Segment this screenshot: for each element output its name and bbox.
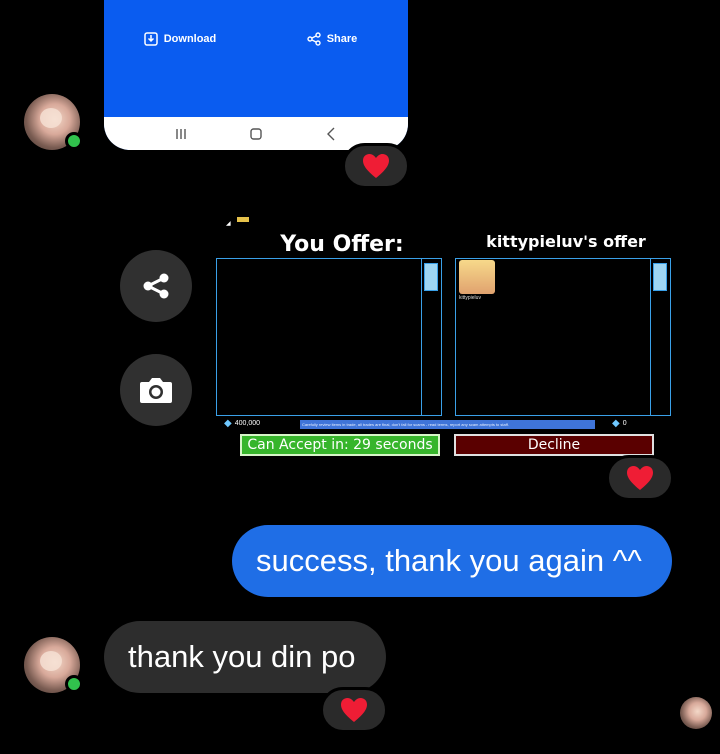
share-action[interactable]: Share xyxy=(256,28,408,50)
recents-icon xyxy=(169,122,193,146)
their-diamond-value: 0 xyxy=(622,420,627,427)
avatar-face xyxy=(40,651,62,671)
shared-screenshot-card[interactable]: Download Share xyxy=(104,0,408,150)
heart-reaction[interactable] xyxy=(342,143,410,189)
online-status-indicator xyxy=(65,132,83,150)
diamond-icon: ◆ xyxy=(612,418,620,429)
online-status-indicator xyxy=(65,675,83,693)
offered-pet-thumbnail xyxy=(459,260,495,294)
your-offer-title: You Offer: xyxy=(280,232,404,257)
back-icon xyxy=(319,122,343,146)
heart-icon xyxy=(627,466,653,490)
scrollbar[interactable] xyxy=(650,259,670,415)
your-diamond-count: ◆ 400,000 xyxy=(224,418,260,429)
their-offer-title: kittypieluv's offer xyxy=(486,232,646,251)
heart-reaction[interactable] xyxy=(606,455,674,501)
decline-button[interactable]: Decline xyxy=(454,434,654,456)
diamond-icon: ◆ xyxy=(224,418,232,429)
download-label: Download xyxy=(163,33,217,45)
trade-notice-banner: Carefully review items in trade, all tra… xyxy=(300,420,595,429)
scroll-grip[interactable] xyxy=(424,263,438,291)
incoming-message[interactable]: thank you din po xyxy=(104,621,386,693)
seen-receipt-avatar xyxy=(680,697,712,729)
camera-button[interactable] xyxy=(120,354,192,426)
avatar-face xyxy=(40,108,62,128)
share-label: Share xyxy=(326,33,358,45)
heart-icon xyxy=(341,698,367,722)
avatar[interactable] xyxy=(24,637,83,693)
scrollbar[interactable] xyxy=(421,259,441,415)
avatar[interactable] xyxy=(24,94,83,150)
download-action[interactable]: Download xyxy=(104,28,256,50)
download-icon xyxy=(143,32,158,46)
trade-screenshot[interactable]: ◢ You Offer: kittypieluv's offer kittypi… xyxy=(216,210,674,456)
share-icon xyxy=(143,273,169,299)
accept-button[interactable]: Can Accept in: 29 seconds xyxy=(240,434,440,456)
cursor-icon: ◢ xyxy=(226,221,231,227)
share-button[interactable] xyxy=(120,250,192,322)
badge-icon xyxy=(237,217,249,222)
share-icon xyxy=(307,32,321,46)
camera-icon xyxy=(140,378,172,403)
heart-reaction[interactable] xyxy=(320,687,388,733)
offered-item-label: kittypieluv xyxy=(459,295,481,301)
their-offer-panel: kittypieluv xyxy=(455,258,671,416)
outgoing-message[interactable]: success, thank you again ^^ xyxy=(232,525,672,597)
scroll-grip[interactable] xyxy=(653,263,667,291)
heart-icon xyxy=(363,154,389,178)
your-offer-panel xyxy=(216,258,442,416)
your-diamond-value: 400,000 xyxy=(234,420,261,427)
screenshot-action-bar: Download Share xyxy=(104,28,408,50)
home-icon xyxy=(244,122,268,146)
their-diamond-count: ◆ 0 xyxy=(612,418,627,429)
